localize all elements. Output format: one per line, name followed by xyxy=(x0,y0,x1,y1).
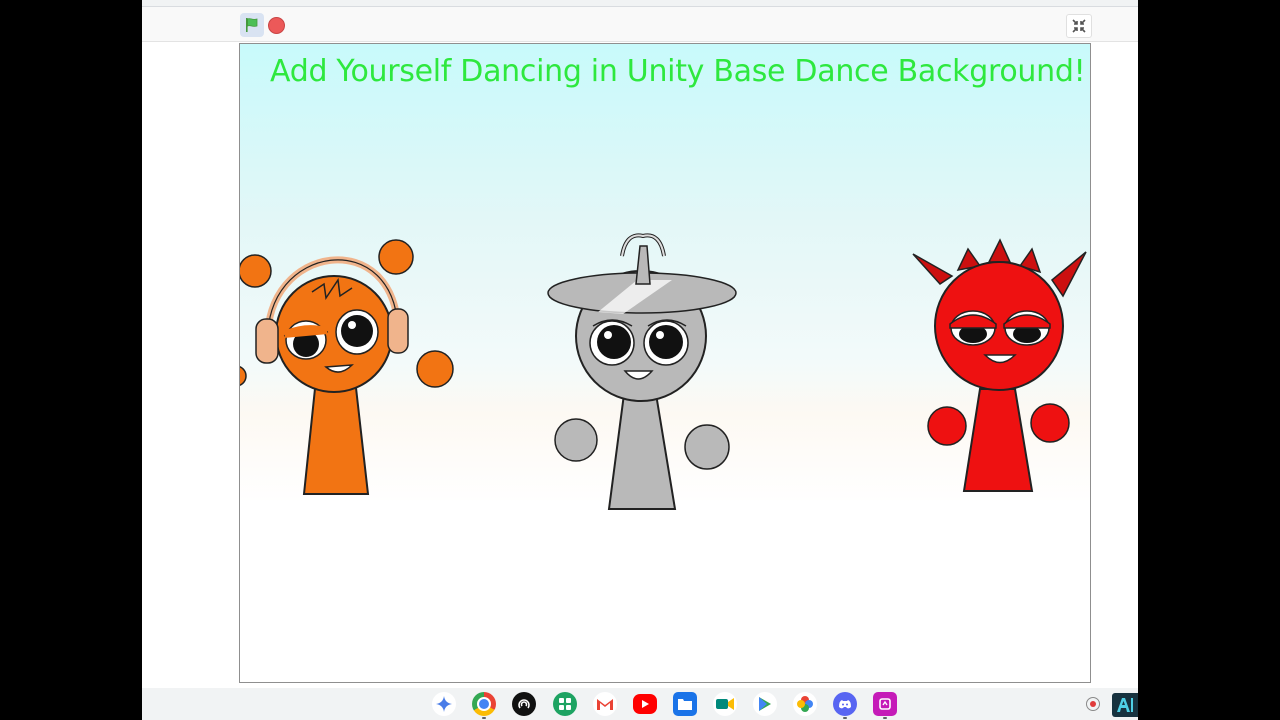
photos-icon[interactable] xyxy=(793,692,817,716)
podcast-icon[interactable] xyxy=(512,692,536,716)
gray-hat-character xyxy=(547,233,737,510)
screencast-running-indicator xyxy=(883,717,887,719)
play-store-icon[interactable] xyxy=(753,692,777,716)
browser-window: Add Yourself Dancing in Unity Base Dance… xyxy=(142,0,1138,720)
chrome-icon[interactable] xyxy=(472,692,496,716)
youtube-icon[interactable] xyxy=(633,694,657,714)
files-icon[interactable] xyxy=(673,692,697,716)
stop-button[interactable] xyxy=(268,17,285,34)
chrome-running-indicator xyxy=(482,717,486,719)
discord-icon[interactable] xyxy=(833,692,857,716)
project-stage[interactable]: Add Yourself Dancing in Unity Base Dance… xyxy=(239,43,1091,683)
meet-icon[interactable] xyxy=(713,692,737,716)
orange-headphones-character xyxy=(240,239,454,495)
browser-top-strip xyxy=(142,0,1138,7)
exit-fullscreen-button[interactable] xyxy=(1066,14,1092,38)
red-spiky-character xyxy=(912,238,1087,492)
os-shelf xyxy=(142,688,1138,720)
green-flag-icon xyxy=(246,18,258,32)
stage-artwork xyxy=(240,233,1087,510)
gemini-icon[interactable] xyxy=(432,692,456,716)
discord-running-indicator xyxy=(843,717,847,719)
player-toolbar xyxy=(142,7,1138,42)
gmail-icon[interactable] xyxy=(593,692,617,716)
screen-record-icon[interactable] xyxy=(1086,697,1100,711)
green-flag-button[interactable] xyxy=(240,13,264,37)
account-avatar-icon[interactable] xyxy=(1112,693,1138,717)
stage-title: Add Yourself Dancing in Unity Base Dance… xyxy=(270,54,1086,89)
exit-fullscreen-icon xyxy=(1072,19,1086,33)
app-grid-icon[interactable] xyxy=(553,692,577,716)
screencast-icon[interactable] xyxy=(873,692,897,716)
